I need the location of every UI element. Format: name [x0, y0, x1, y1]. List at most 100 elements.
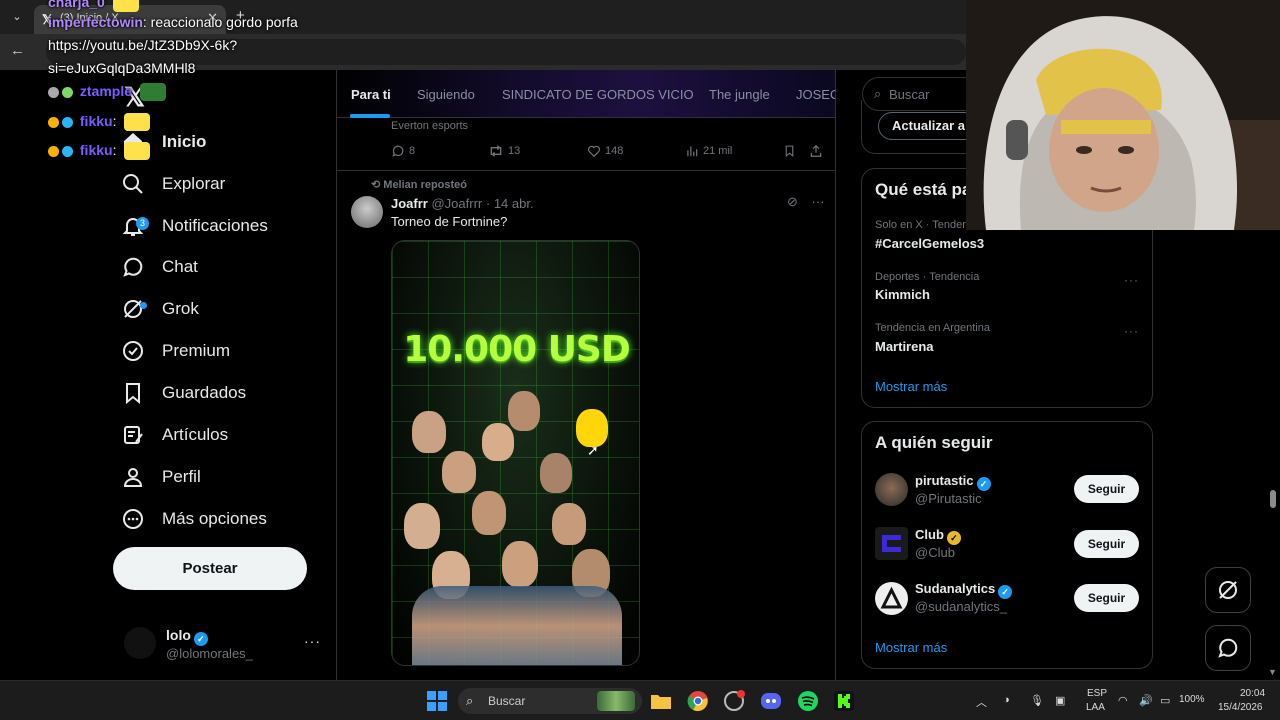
trend-item[interactable]: #CarcelGemelos3	[875, 236, 984, 251]
chrome-icon[interactable]	[687, 690, 709, 712]
nav-item-bookmarks[interactable]: Guardados	[120, 373, 246, 413]
account-switcher[interactable]: lolo ✓ @lolomorales_ ···	[124, 624, 324, 666]
chat-message: fikku:	[48, 142, 151, 161]
tab-the-jungle[interactable]: The jungle	[709, 87, 770, 102]
spotify-icon[interactable]	[797, 690, 819, 712]
nav-item-label: Más opciones	[162, 509, 267, 528]
trend-item[interactable]: Martirena	[875, 339, 934, 354]
follow-name[interactable]: Club ✓	[915, 527, 961, 545]
back-arrow-icon[interactable]: ←	[10, 42, 25, 59]
search-highlight-image	[597, 691, 635, 711]
views-button[interactable]: 21 mil	[685, 144, 732, 158]
nav-item-explore[interactable]: Explorar	[120, 164, 225, 204]
microphone-icon[interactable]: 🎙	[1030, 694, 1044, 707]
chat-username: imperfectowin	[48, 14, 143, 30]
post-media-image[interactable]: 10.000 USD	[391, 240, 640, 666]
follow-show-more-link[interactable]: Mostrar más	[875, 640, 947, 655]
post-button[interactable]: Postear	[113, 547, 307, 590]
follow-title: A quién seguir	[875, 433, 993, 452]
club-logo-icon[interactable]	[875, 527, 908, 560]
grok-fab-button[interactable]	[1205, 567, 1251, 613]
keyboard-layout-indicator[interactable]: LAA	[1086, 702, 1105, 713]
verified-gold-badge-icon: ✓	[946, 531, 961, 545]
trend-more-icon[interactable]: ···	[1124, 324, 1139, 338]
reply-button[interactable]: 8	[391, 144, 415, 158]
nav-item-profile[interactable]: Perfil	[120, 457, 201, 497]
chat-text: : reaccionalo gordo porfa	[142, 14, 298, 30]
chat-emote-icon	[139, 83, 166, 102]
tray-chevron-icon[interactable]: ︿	[976, 694, 987, 710]
nav-item-label: Chat	[162, 257, 198, 276]
nav-item-articles[interactable]: Artículos	[120, 415, 228, 455]
chat-emote-icon	[124, 142, 151, 161]
post-header: Joafrr @Joafrrr · 14 abr.	[391, 196, 534, 211]
face-image	[442, 451, 476, 493]
tray-device-icon[interactable]: ▣	[1055, 694, 1065, 707]
more-dots-icon[interactable]: ···	[304, 633, 321, 649]
repost-button[interactable]: 13	[488, 144, 520, 158]
bookmark-icon	[120, 380, 146, 406]
chat-username: fikku	[79, 113, 113, 129]
tab-sindicato[interactable]: SINDICATO DE GORDOS VICIO	[502, 87, 694, 102]
clock-date[interactable]: 15/4/2026	[1218, 702, 1263, 713]
tab-joseo[interactable]: JOSEO	[796, 87, 835, 102]
repost-icon	[490, 145, 502, 157]
chat-emote-icon	[112, 0, 139, 13]
avatar[interactable]	[875, 473, 908, 506]
avatar[interactable]	[351, 196, 383, 228]
scroll-down-arrow-icon[interactable]: ▼	[1268, 667, 1277, 677]
follow-name[interactable]: Sudanalytics ✓	[915, 581, 1013, 599]
kick-icon[interactable]	[833, 690, 855, 712]
timeline-tabs: Para ti Siguiendo SINDICATO DE GORDOS VI…	[337, 70, 835, 118]
post-actions: 8 13 148 21 mil	[391, 144, 823, 164]
trend-more-icon[interactable]: ···	[1124, 273, 1139, 287]
windows-taskbar: ⌕ Buscar ︿ ◑ 🎙 ▣ ESP LAA ◠ 🔊 ▭ 100% 20:0…	[0, 680, 1280, 720]
repost-count: 13	[508, 145, 521, 157]
nav-item-label: Inicio	[162, 132, 207, 151]
file-explorer-icon[interactable]	[650, 690, 672, 712]
like-button[interactable]: 148	[587, 144, 623, 158]
bell-icon: 3	[120, 213, 149, 239]
nav-item-chat[interactable]: Chat	[120, 247, 198, 287]
windows-start-icon[interactable]	[426, 690, 448, 712]
messages-fab-button[interactable]	[1205, 625, 1251, 671]
grok-explain-icon[interactable]: ⊘	[787, 194, 798, 209]
language-indicator[interactable]: ESP	[1087, 688, 1107, 699]
volume-icon[interactable]: 🔊	[1139, 694, 1153, 707]
follow-button[interactable]: Seguir	[1074, 475, 1139, 503]
tab-search-dropdown[interactable]: ⌄	[6, 7, 28, 27]
nav-item-notifications[interactable]: 3 Notificaciones	[120, 206, 268, 246]
follow-name[interactable]: pirutastic ✓	[915, 473, 991, 491]
trend-item[interactable]: Kimmich	[875, 287, 930, 302]
nav-item-label: Guardados	[162, 383, 247, 402]
follow-button[interactable]: Seguir	[1074, 584, 1139, 612]
nav-item-more[interactable]: Más opciones	[120, 499, 267, 539]
app-icon[interactable]	[723, 690, 745, 712]
repost-context: ⟲ Melian reposteó	[371, 179, 468, 191]
trend-category: Tendencia en Argentina	[875, 322, 990, 334]
discord-icon[interactable]	[760, 690, 782, 712]
follow-button[interactable]: Seguir	[1074, 530, 1139, 558]
post-author-name[interactable]: Joafrr	[391, 196, 428, 211]
face-image	[404, 503, 440, 549]
post-text: Torneo de Fortnine?	[391, 214, 508, 229]
wifi-icon[interactable]: ◠	[1118, 694, 1128, 707]
nav-item-premium[interactable]: Premium	[120, 331, 230, 371]
follow-handle: @sudanalytics_	[915, 599, 1007, 614]
battery-icon[interactable]: ▭	[1160, 694, 1170, 707]
sudanalytics-logo-icon[interactable]	[875, 582, 908, 615]
views-count: 21 mil	[703, 145, 733, 157]
share-icon[interactable]	[809, 144, 823, 158]
clock-time[interactable]: 20:04	[1240, 688, 1265, 699]
reply-icon	[392, 145, 404, 157]
tab-para-ti[interactable]: Para ti	[351, 87, 391, 102]
more-dots-icon[interactable]: ···	[812, 194, 825, 209]
nav-item-grok[interactable]: Grok	[120, 289, 199, 329]
tab-siguiendo[interactable]: Siguiendo	[417, 87, 475, 102]
scrollbar-thumb[interactable]	[1270, 490, 1276, 508]
nav-item-label: Perfil	[162, 467, 201, 486]
bookmark-post-icon[interactable]	[783, 144, 796, 158]
tray-app-icon[interactable]: ◑	[1003, 694, 1010, 706]
trends-show-more-link[interactable]: Mostrar más	[875, 379, 947, 394]
post-date[interactable]: · 14 abr.	[486, 196, 534, 211]
